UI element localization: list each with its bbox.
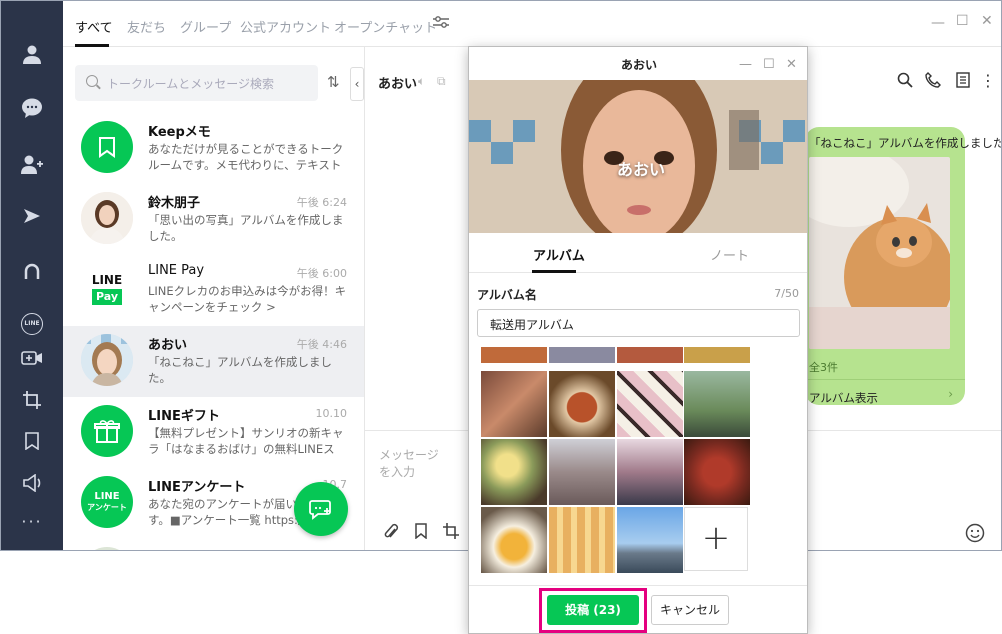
- list-item[interactable]: Keepメモ あなただけが見ることができるトークルームです。メモ代わりに、テキス…: [63, 113, 364, 184]
- active-tab-indicator: [532, 270, 576, 273]
- chat-list-panel: トークルームとメッセージ検索 ⇅ ‹ Keepメモ あなただけが見ることができる…: [63, 47, 365, 550]
- cancel-button[interactable]: キャンセル: [651, 595, 729, 625]
- add-friend-icon[interactable]: [17, 149, 47, 179]
- friends-icon[interactable]: [17, 39, 47, 69]
- dialog-maximize-button[interactable]: ☐: [763, 57, 775, 72]
- new-chat-button[interactable]: [294, 482, 348, 536]
- list-item[interactable]: LINEギフト 10.10 【無料プレゼント】サンリオの新キャラ「はなまるおばけ…: [63, 397, 364, 468]
- close-button[interactable]: ✕: [981, 13, 993, 29]
- tab-note[interactable]: ノート: [710, 245, 749, 264]
- dialog-title: あおい: [620, 58, 657, 72]
- photo-thumbnail[interactable]: [481, 439, 547, 505]
- nav-rail: LINE ···: [1, 1, 63, 550]
- list-item[interactable]: LINE Pay LINE Pay 午後 6:00 LINEクレカのお申込みは今…: [63, 255, 364, 326]
- announcement-icon[interactable]: [17, 468, 47, 498]
- album-name-label: アルバム名: [477, 288, 537, 302]
- chat-partner-name: あおい: [378, 77, 418, 92]
- line-pay-logo: LINE Pay: [81, 263, 133, 315]
- photo-thumbnail[interactable]: [549, 507, 615, 573]
- create-album-dialog: あおい — ☐ ✕ あおい アルバム ノート アルバム名 7/50 転送用アルバ…: [468, 46, 808, 634]
- gift-icon: [94, 420, 120, 443]
- album-view-link[interactable]: アルバム表示: [809, 390, 878, 406]
- tab-friends[interactable]: 友だち: [127, 17, 166, 36]
- voom-icon[interactable]: [17, 201, 47, 231]
- tab-groups[interactable]: グループ: [180, 17, 231, 36]
- list-item[interactable]: [63, 539, 364, 550]
- search-icon: [86, 75, 98, 87]
- emoji-icon[interactable]: [965, 523, 985, 547]
- photo-thumbnail[interactable]: [481, 371, 547, 437]
- attach-icon[interactable]: [383, 523, 399, 545]
- photo-thumbnail[interactable]: [481, 347, 547, 363]
- chevron-right-icon: ›: [948, 387, 953, 401]
- album-name-input[interactable]: 転送用アルバム: [477, 309, 800, 337]
- video-call-icon[interactable]: [17, 343, 47, 373]
- message-input[interactable]: メッセージを入力: [379, 446, 445, 512]
- photo-thumbnail[interactable]: [549, 347, 615, 363]
- photo-thumbnail[interactable]: [549, 371, 615, 437]
- profile-cover-image: あおい: [469, 80, 807, 233]
- more-menu-icon[interactable]: ⋮: [979, 72, 997, 90]
- photo-thumbnail[interactable]: [617, 507, 683, 573]
- photo-thumbnail[interactable]: [684, 371, 750, 437]
- photo-thumbnail[interactable]: [684, 347, 750, 363]
- keep-icon[interactable]: [415, 523, 427, 543]
- photo-thumbnail[interactable]: [684, 439, 750, 505]
- keep-memo-avatar: [81, 121, 133, 173]
- photo-grid: +: [469, 347, 807, 583]
- notes-icon[interactable]: [954, 72, 972, 90]
- photo-thumbnail[interactable]: [481, 507, 547, 573]
- bookmark-icon: [99, 137, 115, 158]
- collapse-list-button[interactable]: ‹: [350, 67, 364, 101]
- character-counter: 7/50: [774, 287, 799, 300]
- album-message-bubble[interactable]: 「ねこねこ」アルバムを作成しました。 全3件 アルバム表示 ›: [805, 127, 1001, 406]
- profile-name: あおい: [617, 160, 666, 179]
- call-icon[interactable]: [924, 72, 942, 90]
- chats-icon[interactable]: [17, 93, 47, 123]
- avatar: [81, 192, 133, 244]
- cat-photo[interactable]: [809, 157, 950, 349]
- add-photo-button[interactable]: +: [684, 507, 748, 571]
- dialog-footer: 投稿 (23) キャンセル: [469, 585, 807, 633]
- tab-official-accounts[interactable]: 公式アカウント: [240, 17, 331, 36]
- chat-filter-tabs: すべて 友だち グループ 公式アカウント オープンチャット: [63, 1, 1001, 47]
- external-window-icon[interactable]: ⧉: [437, 74, 446, 89]
- dialog-minimize-button[interactable]: —: [739, 57, 752, 72]
- post-button[interactable]: 投稿 (23): [547, 595, 639, 625]
- search-input[interactable]: トークルームとメッセージ検索: [75, 65, 318, 101]
- minimize-button[interactable]: —: [931, 15, 945, 31]
- tab-all[interactable]: すべて: [75, 17, 113, 36]
- new-chat-icon: [309, 500, 331, 520]
- list-item[interactable]: 鈴木朋子 午後 6:24 「思い出の写真」アルバムを作成しました。: [63, 184, 364, 255]
- keep-bookmark-icon[interactable]: [17, 426, 47, 456]
- list-item[interactable]: あおい 午後 4:46 「ねこねこ」アルバムを作成しました。: [63, 326, 364, 397]
- more-icon[interactable]: ···: [17, 506, 47, 536]
- mute-icon: 🔈︎: [418, 74, 426, 88]
- photo-thumbnail[interactable]: [617, 439, 683, 505]
- gift-avatar: [81, 405, 133, 457]
- openchat-icon[interactable]: [17, 256, 47, 286]
- line-badge-icon[interactable]: LINE: [17, 309, 47, 339]
- dialog-tabs: アルバム ノート: [469, 233, 807, 273]
- avatar: [81, 334, 133, 386]
- tab-album[interactable]: アルバム: [533, 245, 585, 264]
- sort-icon[interactable]: ⇅: [327, 73, 340, 91]
- dialog-close-button[interactable]: ✕: [786, 57, 797, 72]
- photo-thumbnail[interactable]: [549, 439, 615, 505]
- photo-thumbnail[interactable]: [617, 371, 683, 437]
- crop-icon[interactable]: [17, 385, 47, 415]
- maximize-button[interactable]: ☐: [956, 13, 969, 29]
- line-survey-logo: LINE アンケート: [81, 476, 133, 528]
- tab-openchat[interactable]: オープンチャット: [334, 17, 437, 36]
- photo-thumbnail[interactable]: [617, 347, 683, 363]
- avatar: [81, 547, 133, 550]
- capture-icon[interactable]: [443, 523, 459, 543]
- search-icon[interactable]: [896, 72, 914, 90]
- filter-settings-icon[interactable]: [433, 15, 449, 33]
